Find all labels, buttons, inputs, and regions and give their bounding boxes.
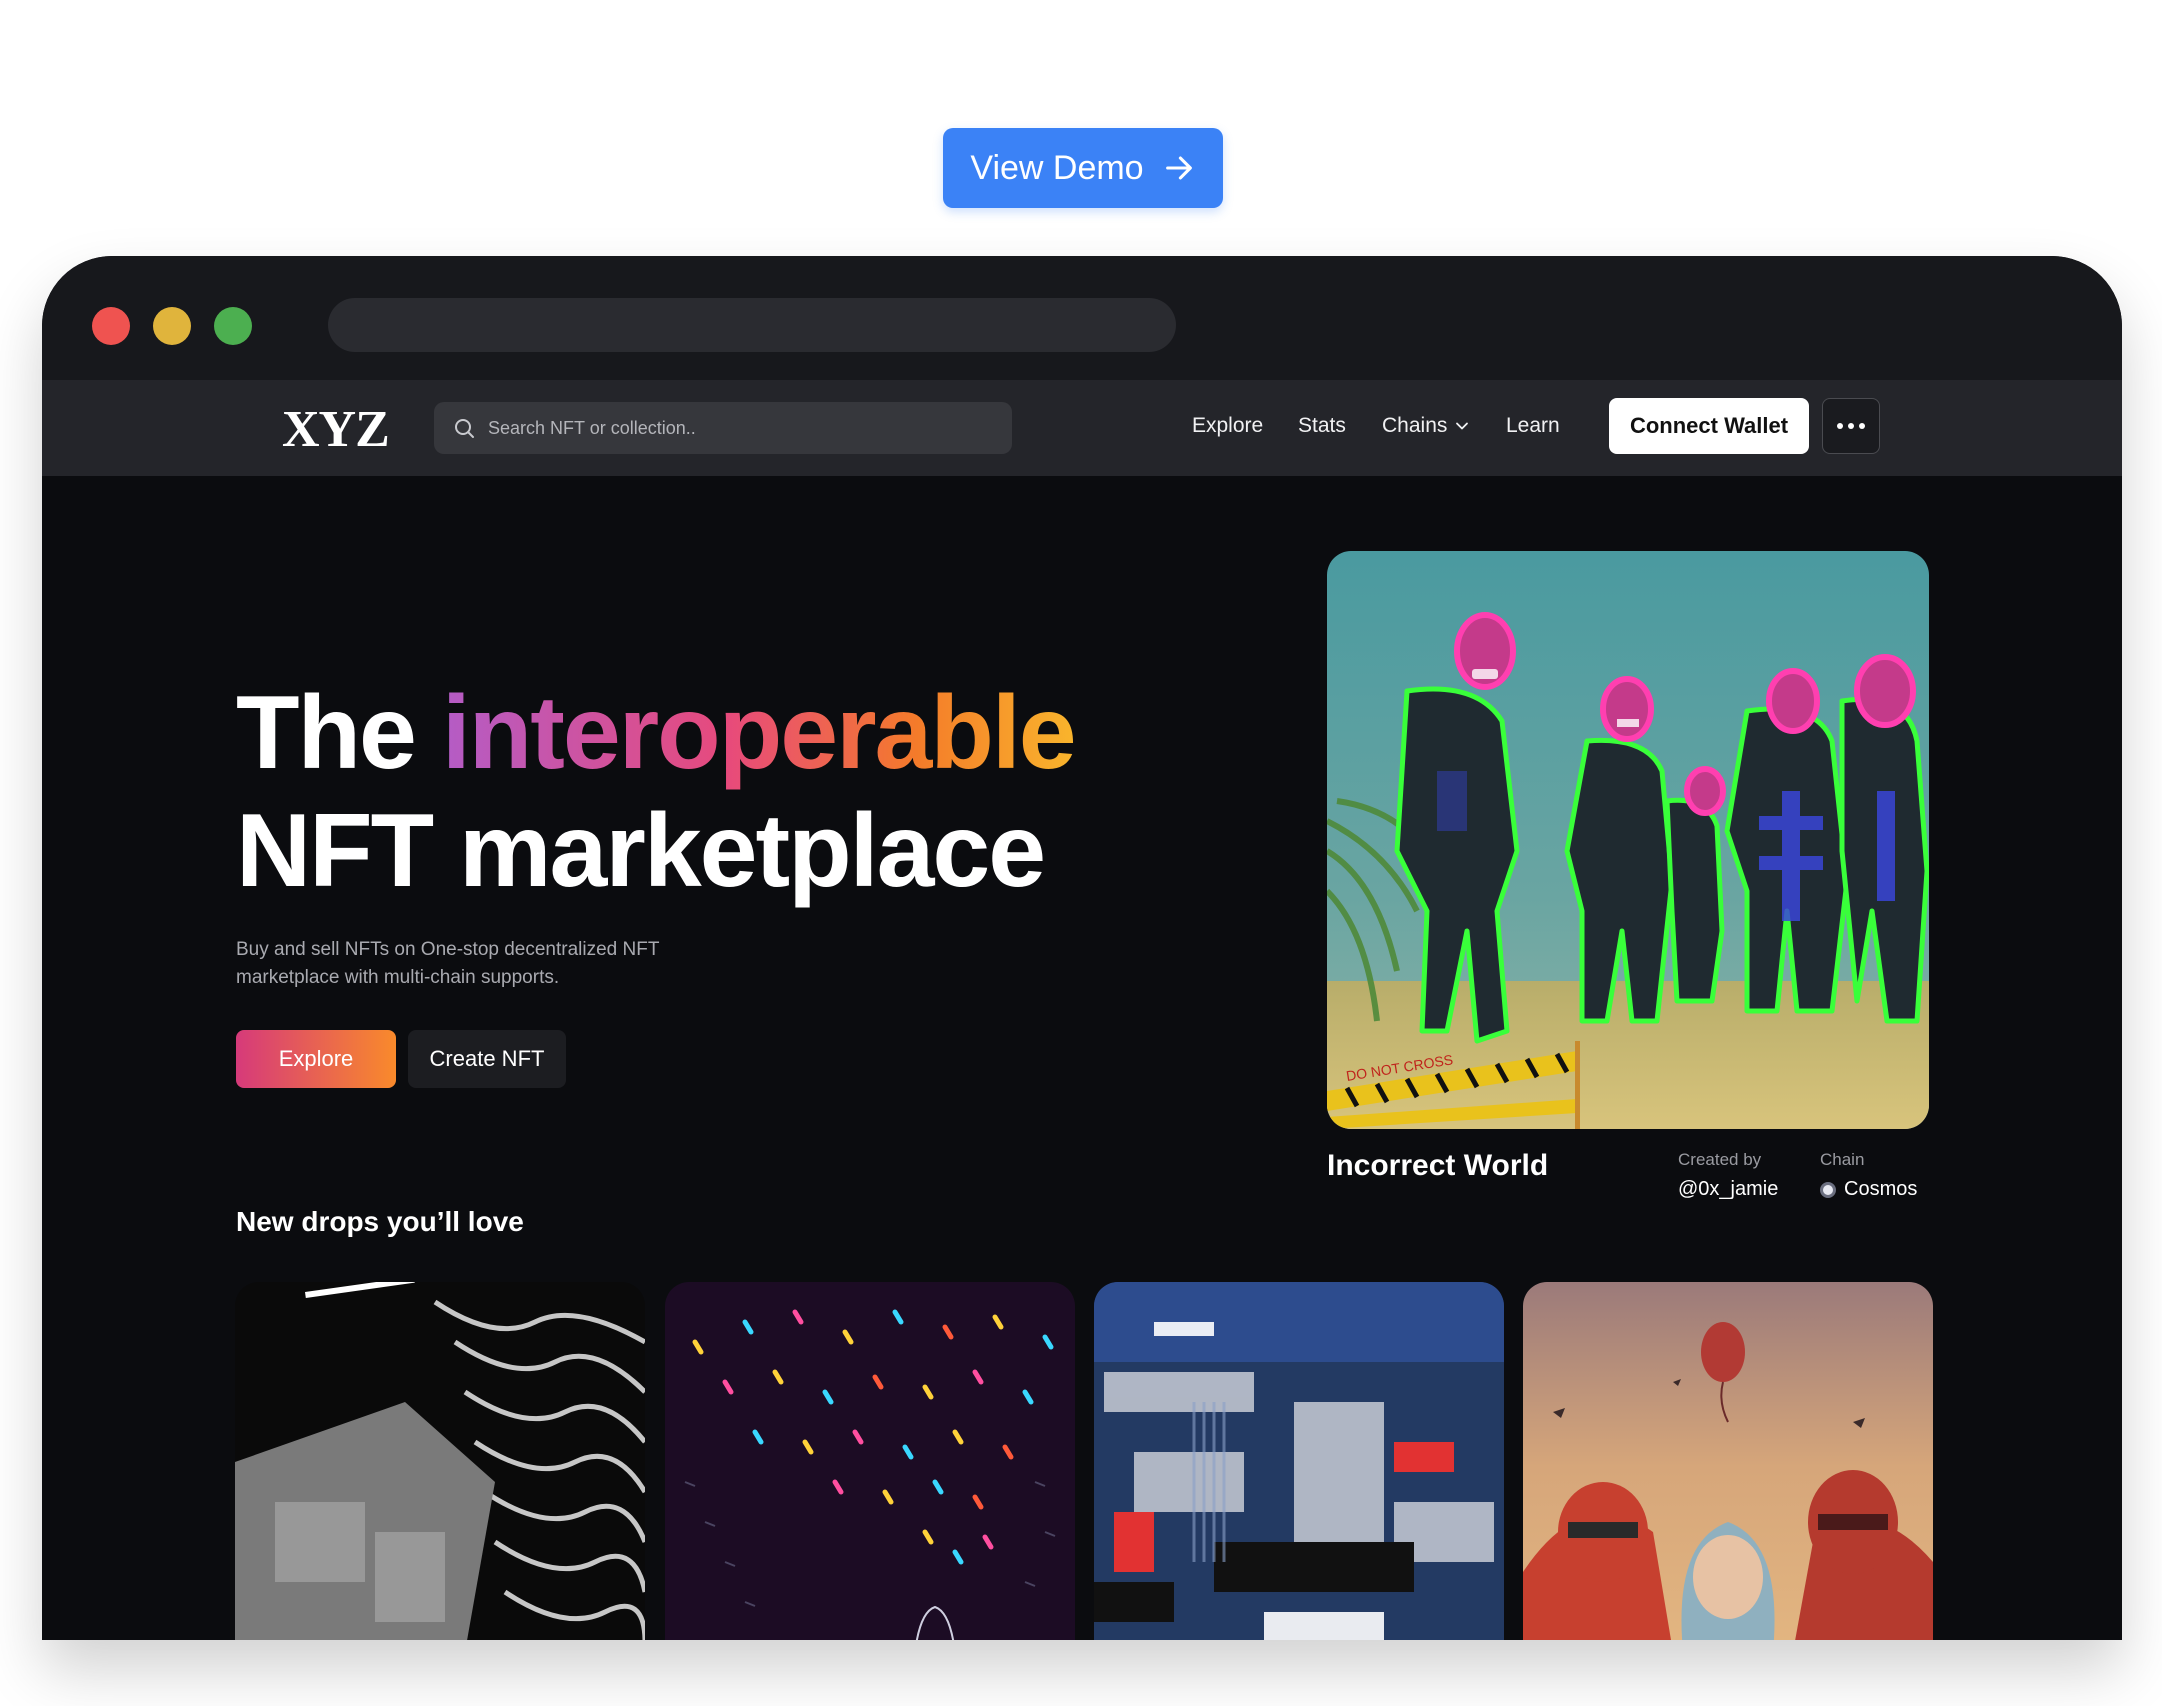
connect-wallet-button[interactable]: Connect Wallet	[1609, 398, 1809, 454]
creator-handle[interactable]: @0x_jamie	[1678, 1178, 1778, 1201]
browser-titlebar	[42, 256, 2122, 380]
search-placeholder: Search NFT or collection..	[488, 417, 696, 438]
hero-title-prefix: The	[236, 675, 417, 791]
chain-label: Chain	[1820, 1150, 1865, 1169]
hero-subtitle: Buy and sell NFTs on One-stop decentrali…	[236, 939, 660, 988]
close-window-button[interactable]	[92, 307, 130, 345]
more-horizontal-icon[interactable]	[1822, 398, 1880, 454]
featured-nft-image[interactable]: DO NOT CROSS	[1327, 551, 1929, 1129]
created-by-label: Created by	[1678, 1150, 1762, 1169]
address-bar[interactable]	[328, 298, 1176, 352]
maximize-window-button[interactable]	[214, 307, 252, 345]
nft-card-image	[1094, 1282, 1504, 1640]
chevron-down-icon	[1456, 423, 1469, 430]
featured-nft-title[interactable]: Incorrect World	[1327, 1149, 1548, 1183]
nav-link-chains-label: Chains	[1382, 414, 1448, 437]
nft-card[interactable]	[1094, 1282, 1504, 1640]
view-demo-label: View Demo	[970, 148, 1144, 187]
create-nft-button[interactable]: Create NFT	[408, 1030, 566, 1088]
hero-title-line2: NFT marketplace	[236, 793, 1046, 909]
cosmos-icon	[1820, 1181, 1836, 1198]
nft-card[interactable]	[665, 1282, 1075, 1640]
nav-link-explore[interactable]: Explore	[1192, 414, 1263, 438]
nft-card-image	[665, 1282, 1075, 1640]
nav-link-stats[interactable]: Stats	[1298, 414, 1346, 438]
nav-link-learn[interactable]: Learn	[1506, 414, 1560, 438]
search-input[interactable]: Search NFT or collection..	[434, 402, 1012, 454]
browser-window: XYZ Search NFT or collection.. Explore S…	[42, 256, 2122, 1640]
site-logo[interactable]: XYZ	[282, 400, 390, 459]
view-demo-button[interactable]: View Demo	[943, 128, 1223, 208]
nft-card[interactable]	[235, 1282, 645, 1640]
chain-name: Cosmos	[1844, 1178, 1918, 1200]
site-nav: XYZ Search NFT or collection.. Explore S…	[42, 380, 2122, 476]
search-icon	[455, 419, 474, 438]
hero-title-highlight: interoperable	[441, 675, 1077, 791]
nft-card-image	[235, 1282, 645, 1640]
arrow-right-icon	[1165, 156, 1192, 180]
nft-card[interactable]	[1523, 1282, 1933, 1640]
nft-card-image	[1523, 1282, 1933, 1640]
new-drops-heading: New drops you’ll love	[236, 1206, 524, 1237]
nav-link-chains[interactable]: Chains	[1382, 414, 1469, 438]
minimize-window-button[interactable]	[153, 307, 191, 345]
hero-title: The interoperable NFT marketplace	[236, 674, 1077, 910]
explore-button[interactable]: Explore	[236, 1030, 396, 1088]
chain-value: Cosmos	[1820, 1178, 1917, 1201]
